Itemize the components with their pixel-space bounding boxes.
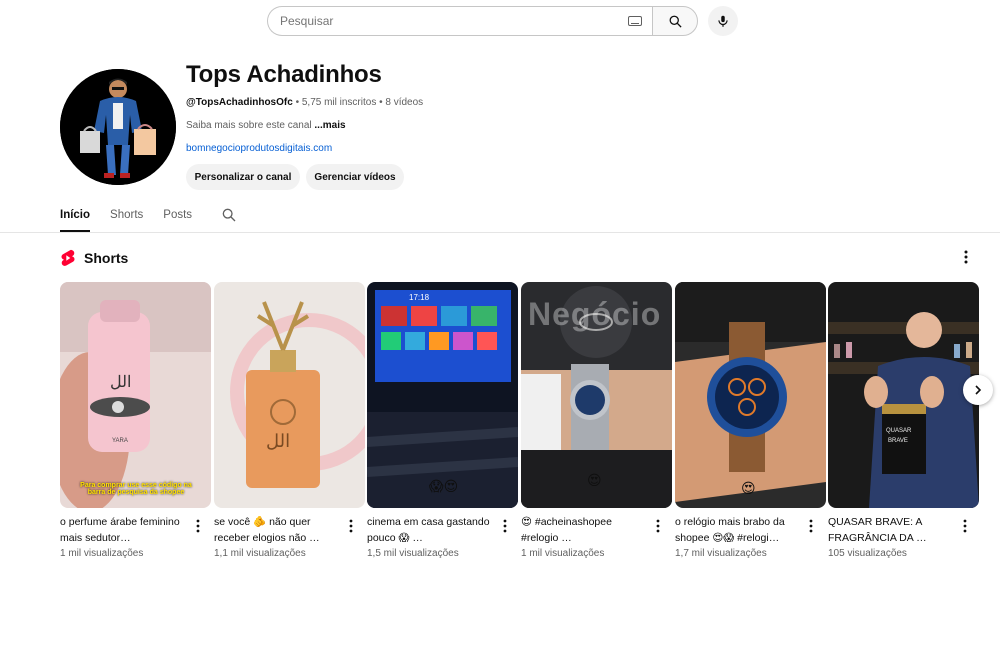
shorts-section-title: Shorts: [84, 250, 129, 266]
tab-search-button[interactable]: [221, 207, 237, 228]
short-menu-button[interactable]: [806, 518, 816, 534]
gold-perfume-thumbnail-image: الل: [214, 282, 365, 508]
short-title[interactable]: o perfume árabe feminino mais sedutor…: [60, 514, 190, 546]
short-views: 1,5 mil visualizações: [367, 548, 459, 559]
thumbnail-emoji: 😍: [587, 472, 602, 488]
more-vert-icon: [809, 519, 813, 533]
more-vert-icon: [196, 519, 200, 533]
channel-handle: @TopsAchadinhosOfc: [186, 97, 293, 108]
keyboard-icon[interactable]: [628, 16, 642, 26]
short-title[interactable]: se você 🫵 não quer receber elogios não …: [214, 514, 344, 546]
projector-thumbnail-image: 17:18: [367, 282, 518, 508]
channel-meta: @TopsAchadinhosOfc • 5,75 mil inscritos …: [186, 97, 423, 108]
thumbnail-caption: Para comprar use esse código na barra de…: [80, 482, 192, 496]
search-bar: Pesquisar: [267, 6, 698, 36]
more-vert-icon: [503, 519, 507, 533]
short-thumbnail[interactable]: 😍: [675, 282, 826, 508]
search-input[interactable]: Pesquisar: [267, 6, 652, 36]
short-thumbnail[interactable]: الل: [214, 282, 365, 508]
short-menu-button[interactable]: [500, 518, 510, 534]
short-thumbnail[interactable]: QUASAR BRAVE: [828, 282, 979, 508]
description-text: Saiba mais sobre este canal: [186, 120, 315, 131]
section-menu-button[interactable]: [960, 249, 972, 270]
channel-stats: • 5,75 mil inscritos • 8 vídeos: [292, 97, 424, 108]
short-thumbnail[interactable]: الل YARA Para comprar use esse código na…: [60, 282, 211, 508]
svg-text:الل: الل: [266, 431, 290, 452]
svg-text:BRAVE: BRAVE: [888, 438, 908, 444]
channel-avatar[interactable]: [60, 69, 176, 185]
channel-tabs: Início Shorts Posts: [60, 200, 212, 233]
short-menu-button[interactable]: [960, 518, 970, 534]
search-button[interactable]: [652, 6, 698, 36]
avatar-illustration: [60, 69, 176, 185]
shorts-next-button[interactable]: [963, 375, 993, 405]
tabs-divider: [0, 232, 1000, 233]
tab-posts[interactable]: Posts: [163, 200, 192, 232]
short-views: 105 visualizações: [828, 548, 907, 559]
channel-description[interactable]: Saiba mais sobre este canal ...mais: [186, 120, 346, 131]
short-menu-button[interactable]: [653, 518, 663, 534]
short-title[interactable]: o relógio mais brabo da shopee 😍😱 #relog…: [675, 514, 805, 546]
blue-watch-thumbnail-image: [675, 282, 826, 508]
more-vert-icon: [963, 519, 967, 533]
svg-text:YARA: YARA: [112, 438, 128, 444]
shorts-section-header: Shorts: [60, 249, 128, 267]
customize-channel-button[interactable]: Personalizar o canal: [186, 164, 300, 190]
thumbnail-emoji: 😱😍: [429, 478, 459, 494]
quasar-perfume-thumbnail-image: QUASAR BRAVE: [828, 282, 979, 508]
more-vert-icon: [656, 519, 660, 533]
thumbnail-emoji: 😍: [741, 480, 756, 496]
manage-videos-button[interactable]: Gerenciar vídeos: [306, 164, 404, 190]
short-title[interactable]: 😍 #acheinashopee #relogio …: [521, 514, 651, 546]
short-menu-button[interactable]: [346, 518, 356, 534]
search-icon: [669, 15, 682, 28]
channel-title: Tops Achadinhos: [186, 61, 382, 88]
short-title[interactable]: QUASAR BRAVE: A FRAGRÂNCIA DA …: [828, 514, 958, 546]
short-views: 1 mil visualizações: [521, 548, 605, 559]
chevron-right-icon: [975, 385, 982, 395]
more-vert-icon: [964, 250, 968, 264]
voice-search-button[interactable]: [708, 6, 738, 36]
search-icon: [222, 208, 236, 222]
short-thumbnail[interactable]: 17:18 😱😍: [367, 282, 518, 508]
channel-link[interactable]: bomnegocioprodutosdigitais.com: [186, 143, 332, 154]
perfume-thumbnail-image: الل YARA: [60, 282, 211, 508]
search-placeholder: Pesquisar: [280, 14, 334, 28]
short-views: 1,7 mil visualizações: [675, 548, 767, 559]
tab-home[interactable]: Início: [60, 200, 91, 232]
tab-shorts[interactable]: Shorts: [110, 200, 143, 232]
short-views: 1,1 mil visualizações: [214, 548, 306, 559]
short-views: 1 mil visualizações: [60, 548, 144, 559]
svg-text:الل: الل: [110, 372, 131, 391]
svg-text:QUASAR: QUASAR: [886, 428, 912, 434]
more-vert-icon: [349, 519, 353, 533]
microphone-icon: [718, 15, 728, 27]
description-more[interactable]: ...mais: [314, 120, 345, 131]
watermark-text: Negócio: [528, 296, 662, 332]
shorts-logo-icon: [61, 249, 75, 266]
tv-clock: 17:18: [409, 293, 430, 302]
short-menu-button[interactable]: [193, 518, 203, 534]
short-title[interactable]: cinema em casa gastando pouco 😱 …: [367, 514, 497, 546]
